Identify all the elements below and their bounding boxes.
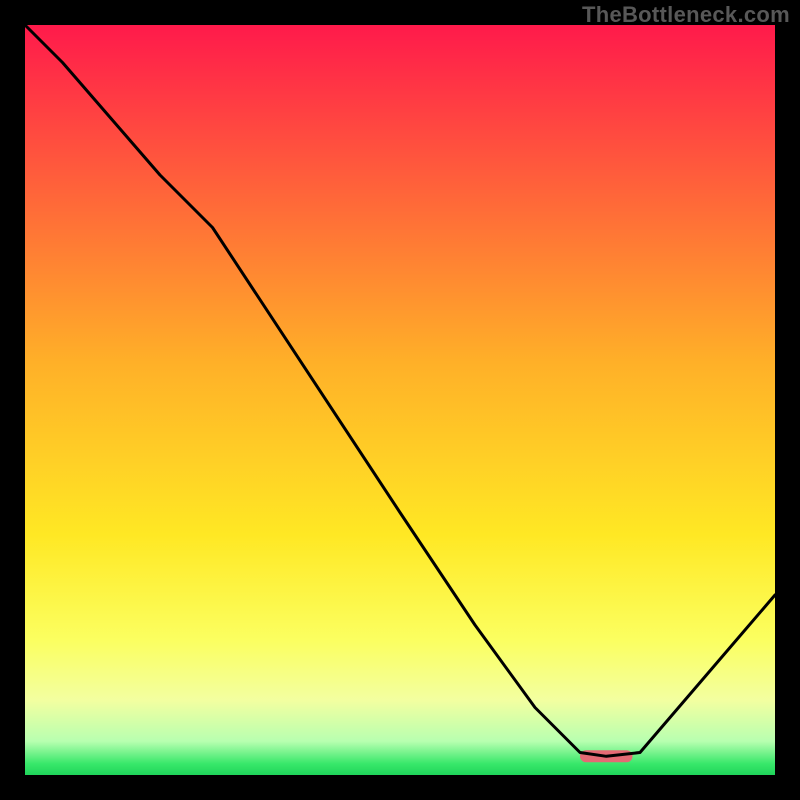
plot-background: [25, 25, 775, 775]
bottleneck-chart: [0, 0, 800, 800]
watermark-label: TheBottleneck.com: [582, 2, 790, 28]
chart-container: TheBottleneck.com: [0, 0, 800, 800]
